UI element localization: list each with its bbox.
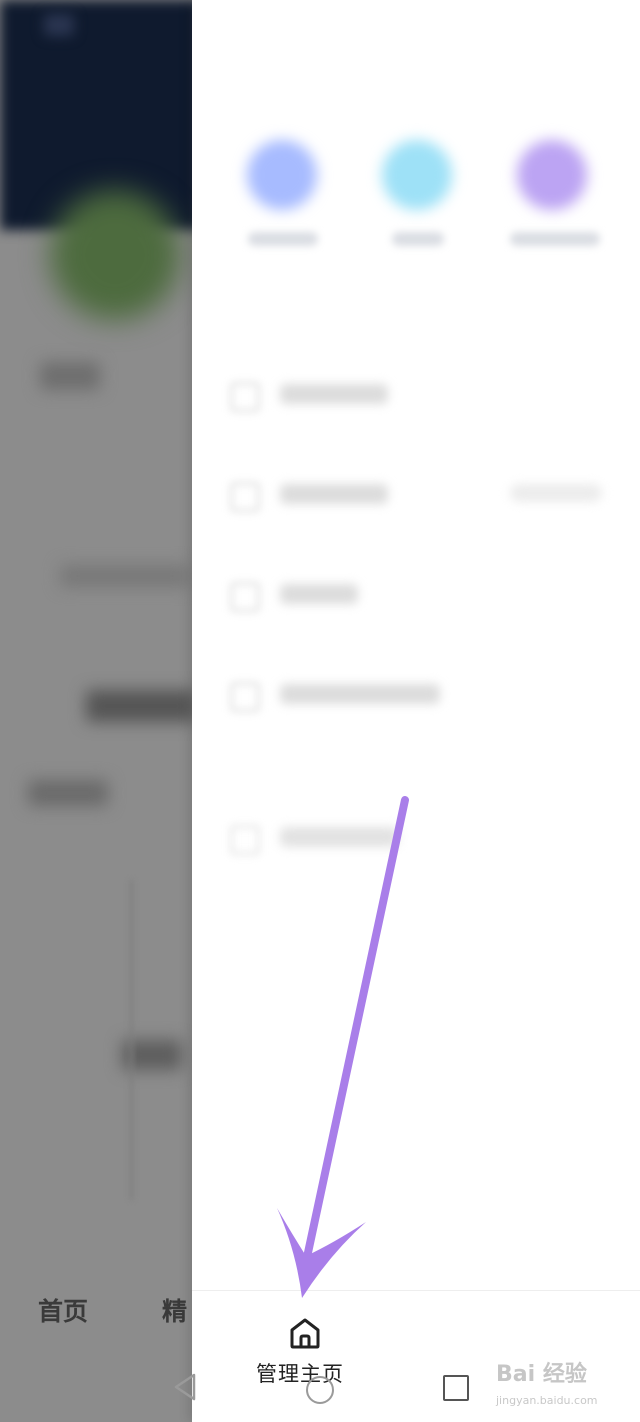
menu-item-icon — [230, 582, 260, 612]
drawer-menu-item[interactable] — [192, 372, 640, 412]
background-app: 首页 精 — [0, 0, 200, 1422]
background-blurred-text — [28, 780, 108, 806]
baidu-jingyan-watermark: Bai 经验 jingyan.baidu.com — [496, 1354, 626, 1416]
background-header-icon — [44, 14, 74, 36]
recents-icon[interactable] — [443, 1375, 469, 1401]
background-bottom-nav: 首页 精 — [0, 1270, 200, 1350]
menu-item-label — [280, 384, 388, 404]
home-circle-icon[interactable] — [306, 1376, 334, 1404]
drawer-menu-item[interactable] — [192, 815, 640, 855]
watermark-brand: Bai 经验 — [496, 1362, 587, 1387]
quick-action-label — [510, 232, 600, 246]
menu-item-label — [280, 684, 440, 704]
background-divider — [130, 880, 133, 1200]
menu-item-icon — [230, 682, 260, 712]
quick-action-icon[interactable] — [517, 140, 587, 210]
menu-item-label — [280, 827, 398, 847]
menu-item-badge — [510, 484, 602, 502]
background-avatar — [50, 190, 180, 320]
quick-action-icon[interactable] — [247, 140, 317, 210]
drawer-bottom-divider — [192, 1290, 640, 1291]
background-blurred-text — [86, 690, 196, 722]
background-blurred-text — [40, 362, 100, 390]
tab-home-label[interactable]: 首页 — [38, 1292, 88, 1328]
watermark-url: jingyan.baidu.com — [496, 1394, 598, 1407]
menu-item-icon — [230, 825, 260, 855]
drawer-menu-item[interactable] — [192, 472, 640, 512]
quick-action-label — [248, 232, 318, 246]
menu-item-icon — [230, 482, 260, 512]
menu-item-label — [280, 484, 388, 504]
side-drawer: 管理主页 — [192, 0, 640, 1422]
quick-action-label — [392, 232, 444, 246]
drawer-menu-item[interactable] — [192, 572, 640, 612]
tab-featured-label[interactable]: 精 — [162, 1292, 187, 1328]
quick-action-icon[interactable] — [382, 140, 452, 210]
menu-item-icon — [230, 382, 260, 412]
menu-item-label — [280, 584, 358, 604]
drawer-menu-item[interactable] — [192, 672, 640, 712]
back-icon[interactable] — [172, 1372, 198, 1402]
background-blurred-text — [60, 565, 190, 587]
home-icon — [290, 1318, 320, 1349]
